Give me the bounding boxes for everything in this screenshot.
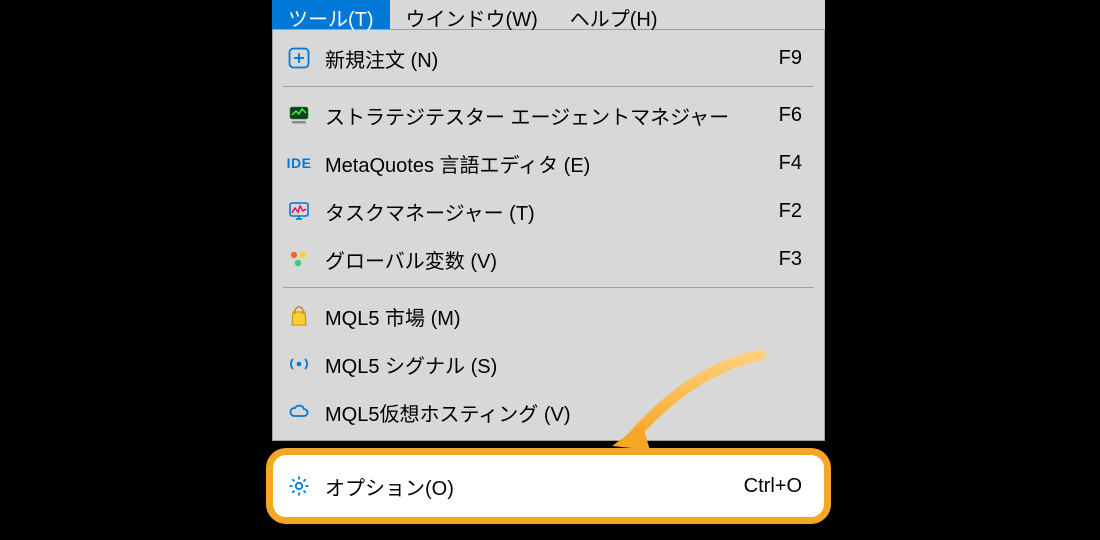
strategy-tester-icon: [287, 103, 311, 127]
menu-item-label: MQL5仮想ホスティング (V): [325, 398, 786, 427]
menu-item-shortcut: F9: [779, 47, 802, 70]
menu-item-label: オプション(O): [325, 472, 728, 501]
menubar-item-tools[interactable]: ツール(T): [272, 0, 390, 29]
menubar: ツール(T) ウインドウ(W) ヘルプ(H): [272, 0, 825, 30]
menu-item-strategy-tester[interactable]: ストラテジテスター エージェントマネジャー F6: [273, 91, 824, 139]
task-manager-icon: [287, 199, 311, 223]
shopping-bag-icon: [287, 304, 311, 328]
menu-item-mql5-vps[interactable]: MQL5仮想ホスティング (V): [273, 388, 824, 436]
new-order-icon: [287, 46, 311, 70]
menu-item-mql5-signals[interactable]: MQL5 シグナル (S): [273, 340, 824, 388]
menu-item-label: ストラテジテスター エージェントマネジャー: [325, 101, 763, 130]
menu-item-metaquotes-editor[interactable]: IDE MetaQuotes 言語エディタ (E) F4: [273, 139, 824, 187]
signals-icon: [287, 352, 311, 376]
menubar-item-help[interactable]: ヘルプ(H): [554, 0, 674, 29]
menu-item-label: MetaQuotes 言語エディタ (E): [325, 149, 763, 178]
menu-item-options[interactable]: オプション(O) Ctrl+O: [273, 455, 824, 517]
menu-item-label: 新規注文 (N): [325, 44, 763, 73]
tools-dropdown: 新規注文 (N) F9 ストラテジテスター エージェントマネジャー F6 IDE…: [272, 30, 825, 441]
cloud-icon: [287, 400, 311, 424]
menu-item-label: グローバル変数 (V): [325, 245, 763, 274]
menu-item-shortcut: F4: [779, 152, 802, 175]
options-highlight-callout: オプション(O) Ctrl+O: [266, 448, 831, 524]
menu-separator: [283, 287, 814, 288]
menubar-item-window[interactable]: ウインドウ(W): [390, 0, 554, 29]
menu-item-shortcut: F3: [779, 248, 802, 271]
menu-item-label: MQL5 市場 (M): [325, 302, 786, 331]
tools-menu-container: ツール(T) ウインドウ(W) ヘルプ(H) 新規注文 (N) F9 ストラテジ…: [272, 0, 825, 441]
ide-icon: IDE: [287, 151, 311, 175]
menu-separator: [283, 86, 814, 87]
menu-item-shortcut: F2: [779, 200, 802, 223]
menu-item-label: MQL5 シグナル (S): [325, 350, 786, 379]
menu-item-task-manager[interactable]: タスクマネージャー (T) F2: [273, 187, 824, 235]
menu-item-global-vars[interactable]: グローバル変数 (V) F3: [273, 235, 824, 283]
menu-item-new-order[interactable]: 新規注文 (N) F9: [273, 34, 824, 82]
global-vars-icon: [287, 247, 311, 271]
menu-item-label: タスクマネージャー (T): [325, 197, 763, 226]
gear-icon: [287, 474, 311, 498]
menu-item-shortcut: Ctrl+O: [744, 475, 802, 498]
menu-item-shortcut: F6: [779, 104, 802, 127]
menu-item-mql5-market[interactable]: MQL5 市場 (M): [273, 292, 824, 340]
